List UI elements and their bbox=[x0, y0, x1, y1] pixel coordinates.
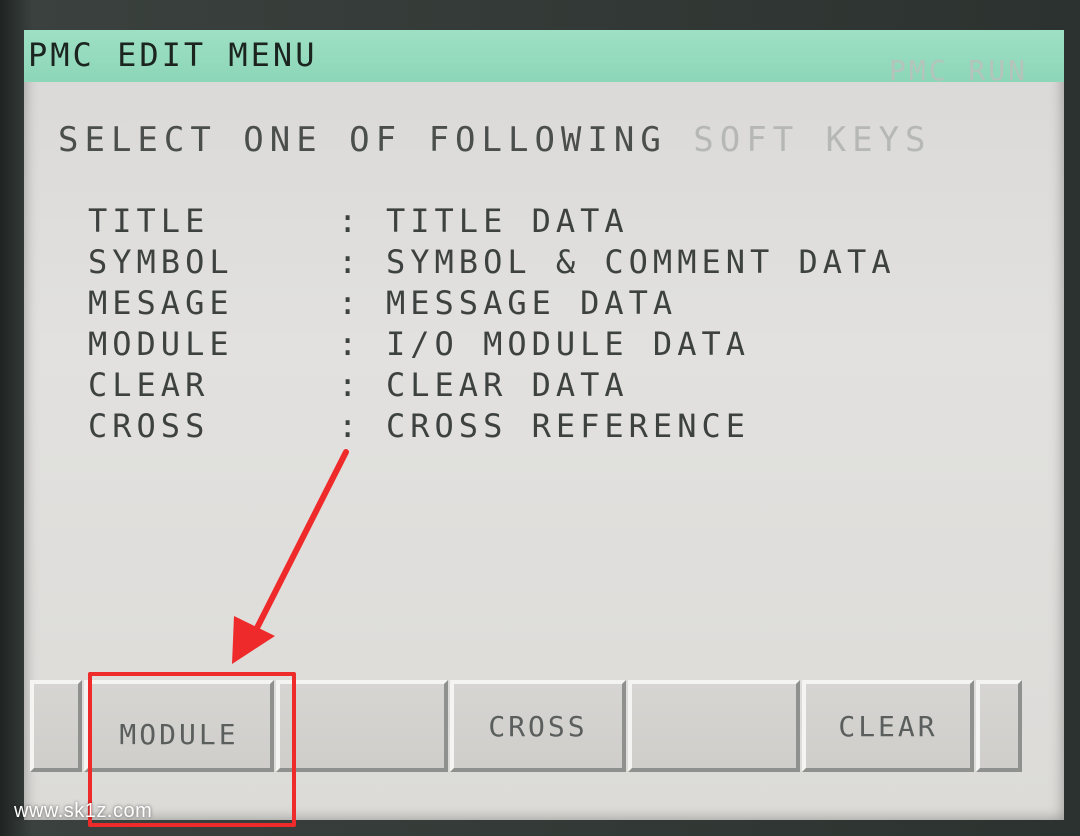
monitor-bezel: PMC EDIT MENU PMC RUN SELECT ONE OF FOLL… bbox=[0, 0, 1080, 836]
pointer-arrow-annotation bbox=[232, 449, 349, 664]
arrow-shaft bbox=[253, 449, 349, 633]
arrow-head bbox=[232, 616, 275, 664]
watermark-text: www.sk1z.com bbox=[14, 800, 153, 822]
